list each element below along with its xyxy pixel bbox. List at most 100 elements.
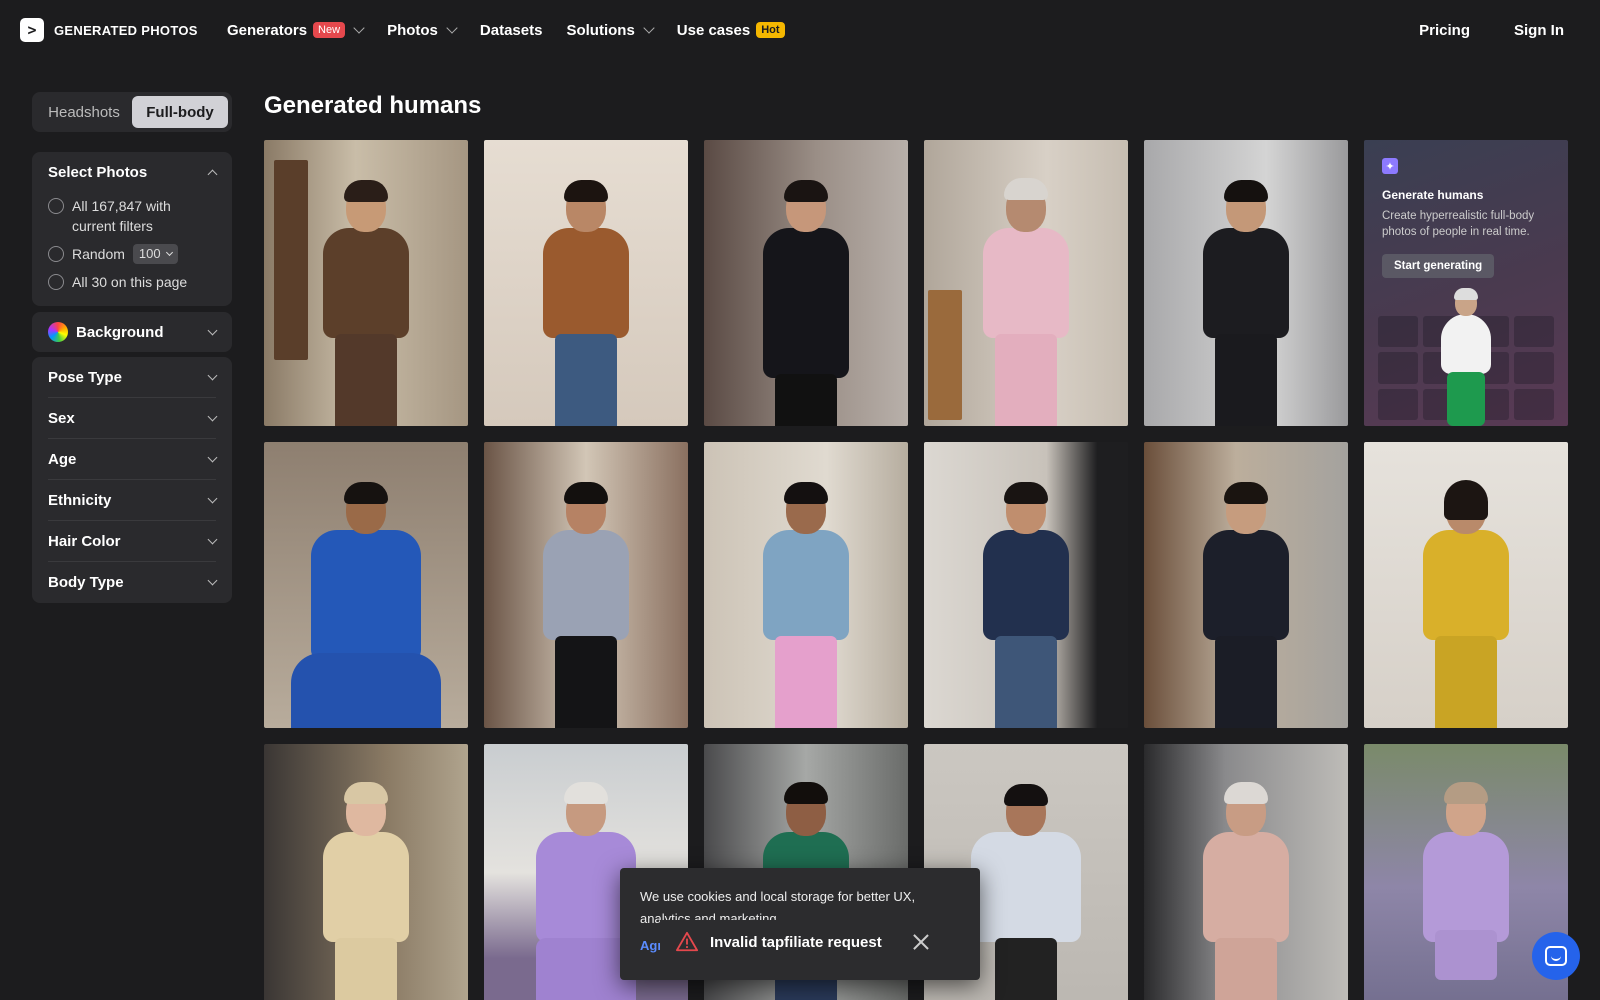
background-header[interactable]: Background: [48, 312, 218, 352]
toast-message: Invalid tapfiliate request: [710, 933, 882, 951]
photo-card[interactable]: [264, 140, 468, 426]
photo-card[interactable]: [484, 442, 688, 728]
generate-humans-promo[interactable]: ✦ Generate humans Create hyperrealistic …: [1364, 140, 1568, 426]
legs-shape: [775, 636, 837, 728]
promo-grid-cell: [1513, 388, 1554, 420]
nav-photos[interactable]: Photos: [387, 22, 458, 39]
hair-shape: [1004, 482, 1048, 504]
hair-shape: [784, 482, 828, 504]
nav-solutions[interactable]: Solutions: [566, 22, 655, 39]
start-generating-button[interactable]: Start generating: [1382, 254, 1495, 278]
legs-shape: [995, 938, 1057, 1000]
radio-all-page[interactable]: All 30 on this page: [48, 268, 216, 296]
nav-use-cases[interactable]: Use cases Hot: [677, 22, 785, 39]
background-panel: Background: [32, 312, 232, 352]
photo-card[interactable]: [704, 442, 908, 728]
random-count-value: 100: [138, 246, 161, 261]
hair-shape: [1444, 782, 1488, 804]
torso-shape: [1203, 832, 1289, 942]
chat-launcher-button[interactable]: [1532, 932, 1580, 980]
person-figure: [981, 478, 1071, 728]
torso-shape: [983, 530, 1069, 640]
torso-shape: [1203, 530, 1289, 640]
filter-ethnicity[interactable]: Ethnicity: [48, 480, 218, 521]
legs-shape: [291, 653, 441, 728]
torso-shape: [311, 530, 421, 660]
nav-datasets-label: Datasets: [479, 21, 543, 39]
torso-shape: [983, 228, 1069, 338]
color-wheel-icon: [48, 322, 68, 342]
promo-grid-cell: [1378, 352, 1419, 384]
nav-generators[interactable]: Generators New: [227, 22, 365, 39]
full-body-tab[interactable]: Full-body: [132, 96, 228, 128]
photo-card[interactable]: [484, 140, 688, 426]
person-figure: [981, 176, 1071, 426]
torso-shape: [763, 228, 849, 378]
promo-title: Generate humans: [1382, 188, 1484, 202]
radio-random[interactable]: Random 100: [48, 240, 216, 268]
photo-card[interactable]: [1144, 140, 1348, 426]
select-photos-title: Select Photos: [48, 163, 148, 181]
pricing-link[interactable]: Pricing: [1419, 22, 1470, 39]
legs-shape: [335, 334, 397, 426]
photo-card[interactable]: [264, 442, 468, 728]
photo-card[interactable]: [1364, 442, 1568, 728]
radio-circle[interactable]: [48, 274, 64, 290]
hair-shape: [784, 782, 828, 804]
torso-shape: [323, 832, 409, 942]
filter-age[interactable]: Age: [48, 439, 218, 480]
radio-all-filters[interactable]: All 167,847 with current filters: [48, 192, 216, 240]
chevron-up-icon: [207, 169, 218, 179]
hair-shape: [564, 180, 608, 202]
radio-circle[interactable]: [48, 198, 64, 214]
legs-shape: [1435, 636, 1497, 728]
photo-card[interactable]: [924, 442, 1128, 728]
torso-shape: [763, 530, 849, 640]
legs-shape: [1215, 636, 1277, 728]
chevron-down-icon: [207, 493, 218, 503]
legs-shape: [555, 636, 617, 728]
photo-type-toggle: Headshots Full-body: [32, 92, 232, 132]
hair-shape: [784, 180, 828, 202]
photo-card[interactable]: [1144, 744, 1348, 1000]
chevron-down-icon: [207, 452, 218, 462]
filter-body-type[interactable]: Body Type: [48, 562, 218, 603]
photo-card[interactable]: [1144, 442, 1348, 728]
hair-shape: [1454, 288, 1478, 300]
filter-label: Pose Type: [48, 368, 122, 386]
filter-hair-color[interactable]: Hair Color: [48, 521, 218, 562]
random-count-select[interactable]: 100: [132, 244, 178, 264]
chevron-down-icon: [353, 22, 365, 34]
radio-all-page-label: All 30 on this page: [72, 274, 188, 290]
hair-shape: [1004, 178, 1048, 200]
filter-label: Age: [48, 450, 77, 468]
select-photos-header[interactable]: Select Photos: [48, 152, 218, 192]
filter-label: Hair Color: [48, 532, 121, 550]
photo-card[interactable]: [924, 140, 1128, 426]
sign-in-link[interactable]: Sign In: [1514, 22, 1564, 39]
headshots-tab[interactable]: Headshots: [36, 96, 132, 128]
person-figure: [321, 176, 411, 426]
person-figure: [291, 478, 441, 728]
chevron-down-icon: [446, 22, 458, 34]
hot-badge: Hot: [756, 22, 785, 38]
filter-pose-type[interactable]: Pose Type: [48, 357, 218, 398]
legs-shape: [995, 334, 1057, 426]
filter-sex[interactable]: Sex: [48, 398, 218, 439]
photo-card[interactable]: [704, 140, 908, 426]
torso-shape: [971, 832, 1081, 942]
torso-shape: [1203, 228, 1289, 338]
nav-datasets[interactable]: Datasets: [480, 22, 543, 39]
person-figure: [1201, 176, 1291, 426]
close-icon[interactable]: [912, 933, 930, 951]
radio-circle[interactable]: [48, 246, 64, 262]
logo[interactable]: > GENERATED PHOTOS: [20, 18, 198, 42]
person-figure: [541, 478, 631, 728]
person-figure: [1201, 478, 1291, 728]
logo-text: GENERATED PHOTOS: [54, 22, 198, 38]
photo-card[interactable]: [264, 744, 468, 1000]
top-navbar: > GENERATED PHOTOS Generators New Photos…: [0, 0, 1600, 60]
person-figure: [1201, 780, 1291, 1000]
torso-shape: [543, 530, 629, 640]
nav-use-cases-label: Use cases: [676, 21, 751, 39]
